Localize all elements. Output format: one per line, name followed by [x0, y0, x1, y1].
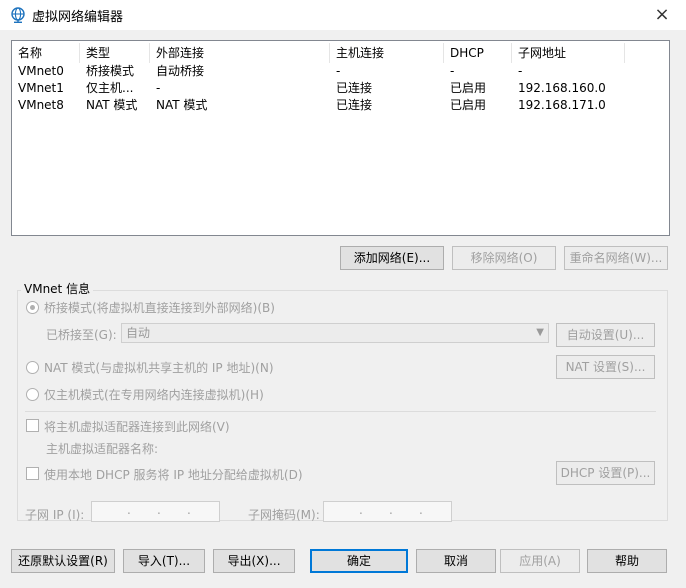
- column-header-subnet[interactable]: 子网地址: [512, 43, 625, 63]
- cell-external: -: [156, 81, 161, 95]
- subnet-ip-label: 子网 IP (I):: [25, 508, 85, 522]
- cell-dhcp: 已启用: [450, 98, 487, 112]
- column-header-name[interactable]: 名称: [12, 43, 80, 63]
- ip-separator: .: [389, 503, 393, 517]
- network-globe-icon: [11, 7, 25, 23]
- nat-mode-radio[interactable]: [26, 361, 39, 374]
- cell-host: 已连接: [336, 98, 373, 112]
- connect-adapter-label: 将主机虚拟适配器连接到此网络(V): [44, 420, 230, 434]
- bridged-mode-radio[interactable]: [26, 301, 39, 314]
- cell-dhcp: 已启用: [450, 81, 487, 95]
- bridged-to-label: 已桥接至(G):: [46, 328, 117, 342]
- dhcp-settings-button[interactable]: DHCP 设置(P)...: [556, 461, 655, 485]
- table-row[interactable]: VMnet0 桥接模式 自动桥接 - - -: [12, 63, 669, 80]
- cell-dhcp: -: [450, 64, 455, 78]
- dhcp-label: 使用本地 DHCP 服务将 IP 地址分配给虚拟机(D): [44, 468, 303, 482]
- bridged-to-select[interactable]: 自动 ▼: [121, 323, 549, 343]
- column-header-type[interactable]: 类型: [80, 43, 150, 63]
- ok-button[interactable]: 确定: [310, 549, 408, 573]
- column-header-dhcp[interactable]: DHCP: [444, 43, 512, 63]
- vmnet-info-title: VMnet 信息: [21, 280, 94, 297]
- bridged-mode-label: 桥接模式(将虚拟机直接连接到外部网络)(B): [44, 301, 275, 315]
- auto-settings-button[interactable]: 自动设置(U)...: [556, 323, 655, 347]
- column-header-external[interactable]: 外部连接: [150, 43, 330, 63]
- nat-mode-label: NAT 模式(与虚拟机共享主机的 IP 地址)(N): [44, 361, 274, 375]
- ip-separator: .: [187, 503, 191, 517]
- ip-separator: .: [359, 503, 363, 517]
- rename-network-button[interactable]: 重命名网络(W)...: [564, 246, 668, 270]
- cell-type: 桥接模式: [86, 64, 135, 78]
- apply-button[interactable]: 应用(A): [500, 549, 580, 573]
- nat-settings-button[interactable]: NAT 设置(S)...: [556, 355, 655, 379]
- hostonly-mode-radio[interactable]: [26, 388, 39, 401]
- dhcp-checkbox[interactable]: [26, 467, 39, 480]
- cell-host: 已连接: [336, 81, 373, 95]
- subnet-mask-label: 子网掩码(M):: [248, 508, 320, 522]
- network-table[interactable]: 名称 类型 外部连接 主机连接 DHCP 子网地址 VMnet0 桥接模式 自动…: [11, 40, 670, 236]
- cell-host: -: [336, 64, 341, 78]
- import-button[interactable]: 导入(T)...: [123, 549, 205, 573]
- window-title: 虚拟网络编辑器: [32, 10, 124, 25]
- cell-external: NAT 模式: [156, 98, 208, 112]
- ip-separator: .: [419, 503, 423, 517]
- chevron-down-icon: ▼: [536, 327, 544, 338]
- ip-separator: .: [157, 503, 161, 517]
- column-header-host[interactable]: 主机连接: [330, 43, 444, 63]
- export-button[interactable]: 导出(X)...: [213, 549, 295, 573]
- add-network-button[interactable]: 添加网络(E)...: [340, 246, 444, 270]
- table-row[interactable]: VMnet1 仅主机... - 已连接 已启用 192.168.160.0: [12, 80, 669, 97]
- cancel-button[interactable]: 取消: [416, 549, 496, 573]
- adapter-name-label: 主机虚拟适配器名称:: [46, 442, 159, 456]
- subnet-ip-input[interactable]: . . .: [91, 501, 220, 522]
- help-button[interactable]: 帮助: [587, 549, 667, 573]
- cell-type: 仅主机...: [86, 81, 134, 95]
- hostonly-mode-label: 仅主机模式(在专用网络内连接虚拟机)(H): [44, 388, 264, 402]
- ip-separator: .: [127, 503, 131, 517]
- remove-network-button[interactable]: 移除网络(O): [452, 246, 556, 270]
- cell-name: VMnet0: [18, 64, 64, 78]
- connect-adapter-checkbox[interactable]: [26, 419, 39, 432]
- restore-defaults-button[interactable]: 还原默认设置(R): [11, 549, 115, 573]
- cell-subnet: 192.168.171.0: [518, 98, 606, 112]
- cell-name: VMnet8: [18, 98, 64, 112]
- cell-name: VMnet1: [18, 81, 64, 95]
- separator: [25, 411, 656, 412]
- close-icon[interactable]: ×: [646, 3, 678, 27]
- cell-external: 自动桥接: [156, 64, 205, 78]
- cell-subnet: -: [518, 64, 523, 78]
- bridged-to-value: 自动: [126, 326, 151, 340]
- cell-subnet: 192.168.160.0: [518, 81, 606, 95]
- cell-type: NAT 模式: [86, 98, 138, 112]
- table-row[interactable]: VMnet8 NAT 模式 NAT 模式 已连接 已启用 192.168.171…: [12, 97, 669, 114]
- subnet-mask-input[interactable]: . . .: [323, 501, 452, 522]
